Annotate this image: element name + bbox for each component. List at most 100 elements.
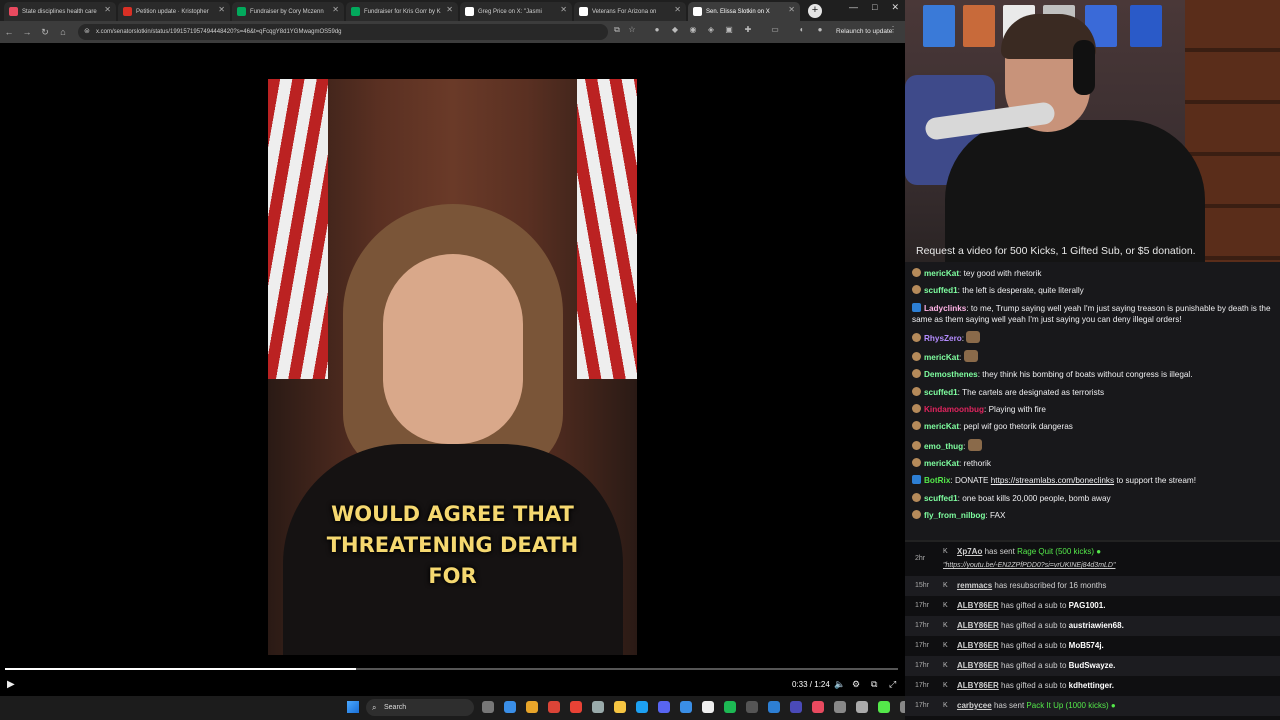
close-window-icon[interactable]: ✕ <box>891 2 899 13</box>
extension-icon[interactable]: ● <box>652 25 662 37</box>
browser-tab[interactable]: Greg Price on X: "Jasmi ✕ <box>460 2 572 21</box>
chat-text: tey good with rhetorik <box>963 269 1042 278</box>
taskbar-app-icon[interactable] <box>592 701 604 713</box>
chat-username[interactable]: Kindamoonbug <box>924 405 984 414</box>
chat-username[interactable]: scuffed1 <box>924 494 958 503</box>
new-tab-button[interactable]: + <box>808 4 822 18</box>
tab-close-icon[interactable]: ✕ <box>446 5 453 14</box>
tab-close-icon[interactable]: ✕ <box>332 5 339 14</box>
tab-close-icon[interactable]: ✕ <box>788 5 795 14</box>
video-player[interactable]: WOULD AGREE THAT THREATENING DEATH FOR <box>0 43 905 696</box>
browser-tab[interactable]: Petition update · Kristopher ✕ <box>118 2 230 21</box>
feed-username[interactable]: ALBY86ER <box>957 681 999 690</box>
bookmark-star-icon[interactable]: ☆ <box>627 25 637 37</box>
feed-username[interactable]: ALBY86ER <box>957 621 999 630</box>
chat-username[interactable]: emo_thug <box>924 442 963 451</box>
tab-favicon-icon <box>579 7 588 16</box>
minimize-icon[interactable]: — <box>849 2 858 13</box>
taskbar-search[interactable]: ⌕ Search <box>366 699 474 716</box>
tab-close-icon[interactable]: ✕ <box>104 5 111 14</box>
feed-text: ALBY86ER has gifted a sub to MoB574j. <box>957 636 1104 656</box>
back-icon[interactable]: ← <box>0 27 18 37</box>
play-icon[interactable]: ▶ <box>7 679 15 690</box>
menu-kebab-icon[interactable]: ⋮ <box>888 25 898 37</box>
kick-gift-icon: ● <box>1093 547 1102 556</box>
settings-gear-icon[interactable]: ⚙ <box>852 679 860 690</box>
fullscreen-icon[interactable]: ⤢ <box>889 679 896 690</box>
feed-note[interactable]: "https://youtu.be/-EN2ZPfPDD0?si=vrUKINE… <box>943 559 1115 573</box>
profile-icon[interactable]: ◐ <box>797 25 807 37</box>
taskbar-app-icon[interactable] <box>614 701 626 713</box>
browser-tab[interactable]: Fundraiser by Cory Mczenn ✕ <box>232 2 344 21</box>
install-icon[interactable]: ⧉ <box>612 25 622 37</box>
chat-username[interactable]: Demosthenes <box>924 370 978 379</box>
feed-username[interactable]: remmacs <box>957 581 992 590</box>
feed-username[interactable]: carbycee <box>957 701 992 710</box>
chat-text: FAX <box>989 510 1006 520</box>
browser-tab[interactable]: Fundraiser for Kris Gorr by K ✕ <box>346 2 458 21</box>
chat-username[interactable]: mericKat <box>924 459 959 468</box>
taskbar-app-icon[interactable] <box>658 701 670 713</box>
taskbar-app-icon[interactable] <box>856 701 868 713</box>
extension-icon[interactable]: ◉ <box>688 25 698 37</box>
browser-tab[interactable]: Sen. Elissa Slotkin on X ✕ <box>688 2 800 21</box>
taskbar-app-icon[interactable] <box>702 701 714 713</box>
chat-username[interactable]: fly_from_nilbog <box>924 511 985 520</box>
taskbar-app-icon[interactable] <box>636 701 648 713</box>
chat-username[interactable]: mericKat <box>924 353 959 362</box>
taskbar-app-icon[interactable] <box>878 701 890 713</box>
side-panel-icon[interactable]: ▭ <box>770 25 780 37</box>
tab-close-icon[interactable]: ✕ <box>560 5 567 14</box>
extension-icon[interactable]: ◆ <box>670 25 680 37</box>
browser-tab[interactable]: Veterans For Arizona on ✕ <box>574 2 686 21</box>
feed-username[interactable]: ALBY86ER <box>957 601 999 610</box>
chat-username[interactable]: BotRix <box>924 476 950 485</box>
flag-right <box>577 79 637 379</box>
chat-message: mericKat: tey good with rhetorik <box>912 268 1274 279</box>
taskbar-app-icon[interactable] <box>570 701 582 713</box>
volume-icon[interactable]: 🔈 <box>834 679 845 690</box>
taskbar-app-icon[interactable] <box>834 701 846 713</box>
site-info-icon[interactable]: ⊜ <box>84 24 90 40</box>
url-input[interactable]: ⊜ x.com/senatorslotkin/status/1991571957… <box>78 24 608 40</box>
taskbar-app-icon[interactable] <box>812 701 824 713</box>
chat-username[interactable]: mericKat <box>924 269 959 278</box>
extensions-puzzle-icon[interactable]: ✚ <box>743 25 753 37</box>
feed-username[interactable]: Xp7Ao <box>957 547 982 556</box>
home-icon[interactable]: ⌂ <box>54 27 72 37</box>
chat-username[interactable]: scuffed1 <box>924 388 958 397</box>
taskbar-app-icon[interactable] <box>724 701 736 713</box>
forward-icon[interactable]: → <box>18 27 36 37</box>
chat-username[interactable]: RhysZero <box>924 334 962 343</box>
tab-close-icon[interactable]: ✕ <box>218 5 225 14</box>
chat-link[interactable]: https://streamlabs.com/boneclinks <box>991 476 1114 485</box>
reload-icon[interactable]: ↻ <box>36 27 54 38</box>
taskbar-app-icon[interactable] <box>680 701 692 713</box>
chat-emote-icon <box>963 350 978 363</box>
taskbar-app-icon[interactable] <box>790 701 802 713</box>
kick-icon: K <box>943 582 948 589</box>
feed-username[interactable]: ALBY86ER <box>957 661 999 670</box>
tab-close-icon[interactable]: ✕ <box>674 5 681 14</box>
chat-username[interactable]: Ladyclinks <box>924 304 966 313</box>
chat-username[interactable]: scuffed1 <box>924 286 958 295</box>
maximize-icon[interactable]: □ <box>872 2 877 13</box>
feed-username[interactable]: ALBY86ER <box>957 641 999 650</box>
extension-icon[interactable]: ▣ <box>724 25 734 37</box>
video-frame[interactable]: WOULD AGREE THAT THREATENING DEATH FOR <box>268 79 637 655</box>
chat-message: BotRix: DONATE https://streamlabs.com/bo… <box>912 475 1274 486</box>
taskbar-app-icon[interactable] <box>504 701 516 713</box>
windows-start-icon[interactable] <box>347 701 359 713</box>
profile-avatar-icon[interactable]: ● <box>815 25 825 37</box>
taskbar-app-icon[interactable] <box>768 701 780 713</box>
video-progress-bar[interactable] <box>5 668 898 670</box>
taskbar-app-icon[interactable] <box>482 701 494 713</box>
taskbar-app-icon[interactable] <box>526 701 538 713</box>
extension-icon[interactable]: ◈ <box>706 25 716 37</box>
taskbar-app-icon[interactable] <box>548 701 560 713</box>
url-text: x.com/senatorslotkin/status/199157195749… <box>96 29 342 35</box>
chat-username[interactable]: mericKat <box>924 422 959 431</box>
pip-icon[interactable]: ⧉ <box>871 679 877 690</box>
taskbar-app-icon[interactable] <box>746 701 758 713</box>
browser-tab[interactable]: State disciplines health care ✕ <box>4 2 116 21</box>
